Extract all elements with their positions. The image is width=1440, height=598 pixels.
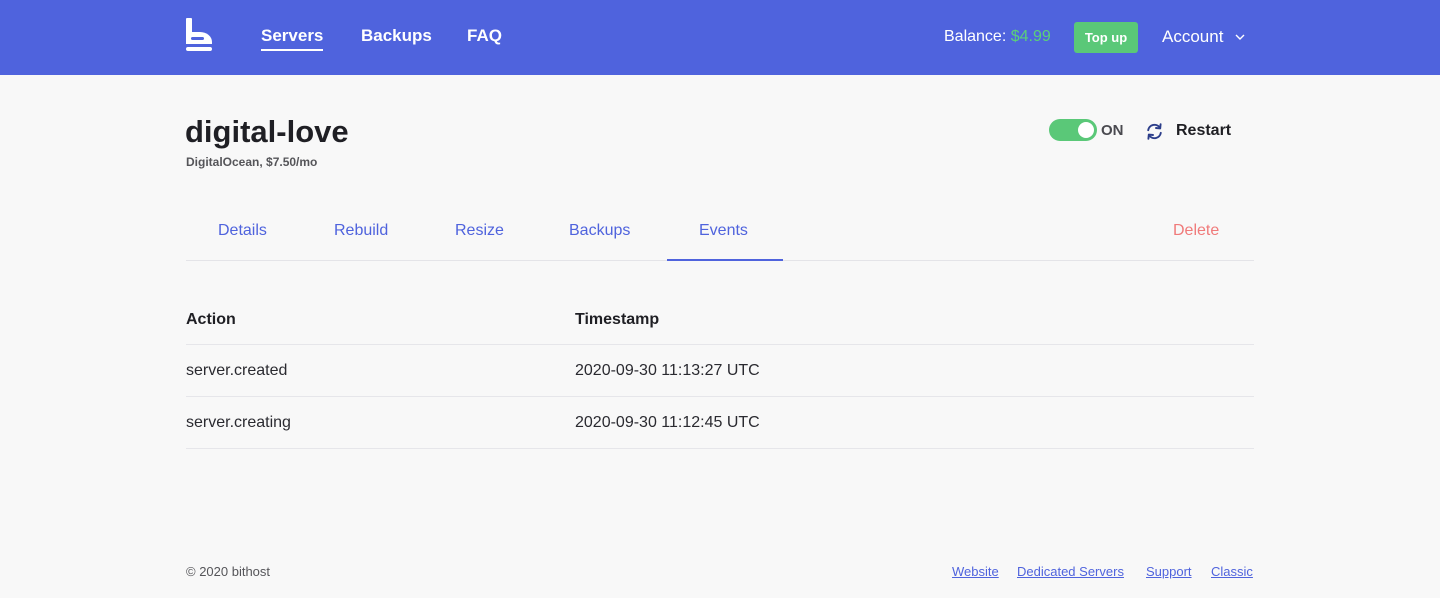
bithost-logo-icon[interactable] — [185, 18, 213, 52]
chevron-down-icon — [1235, 34, 1245, 40]
top-navigation-bar: Servers Backups FAQ Balance: $4.99 Top u… — [0, 0, 1440, 75]
server-name: digital-love — [185, 114, 349, 149]
event-timestamp: 2020-09-30 11:13:27 UTC — [575, 362, 760, 379]
toggle-knob — [1078, 122, 1094, 138]
nav-backups[interactable]: Backups — [361, 26, 432, 46]
event-timestamp: 2020-09-30 11:12:45 UTC — [575, 414, 760, 431]
tab-events[interactable]: Events — [699, 221, 748, 241]
table-divider — [186, 344, 1254, 345]
tab-delete[interactable]: Delete — [1173, 221, 1219, 241]
top-up-button[interactable]: Top up — [1074, 22, 1138, 53]
tab-details[interactable]: Details — [218, 221, 267, 241]
balance-amount: $4.99 — [1010, 28, 1051, 45]
tab-resize[interactable]: Resize — [455, 221, 504, 241]
account-label: Account — [1162, 27, 1224, 46]
balance-label: Balance: — [944, 28, 1011, 45]
power-state-label: ON — [1101, 122, 1124, 139]
refresh-icon — [1147, 122, 1162, 140]
tab-rebuild[interactable]: Rebuild — [334, 221, 388, 241]
restart-label: Restart — [1176, 122, 1232, 139]
tab-backups[interactable]: Backups — [569, 221, 630, 241]
account-menu[interactable]: Account — [1162, 27, 1245, 47]
active-tab-indicator — [667, 259, 783, 261]
footer-link-classic[interactable]: Classic — [1211, 564, 1253, 580]
nav-faq[interactable]: FAQ — [467, 26, 502, 46]
footer-link-dedicated-servers[interactable]: Dedicated Servers — [1017, 564, 1124, 580]
event-action: server.creating — [186, 414, 291, 431]
table-divider — [186, 448, 1254, 449]
table-divider — [186, 396, 1254, 397]
restart-button[interactable]: Restart — [1145, 121, 1231, 141]
footer-copyright: © 2020 bithost — [186, 564, 271, 579]
column-header-action: Action — [186, 311, 236, 328]
footer-link-website[interactable]: Website — [952, 564, 999, 580]
event-action: server.created — [186, 362, 288, 379]
footer-link-support[interactable]: Support — [1146, 564, 1192, 580]
server-subtitle: DigitalOcean, $7.50/mo — [186, 155, 318, 169]
power-toggle[interactable] — [1049, 119, 1097, 141]
nav-servers[interactable]: Servers — [261, 26, 324, 51]
balance-display: Balance: $4.99 — [944, 27, 1051, 47]
column-header-timestamp: Timestamp — [575, 311, 660, 328]
